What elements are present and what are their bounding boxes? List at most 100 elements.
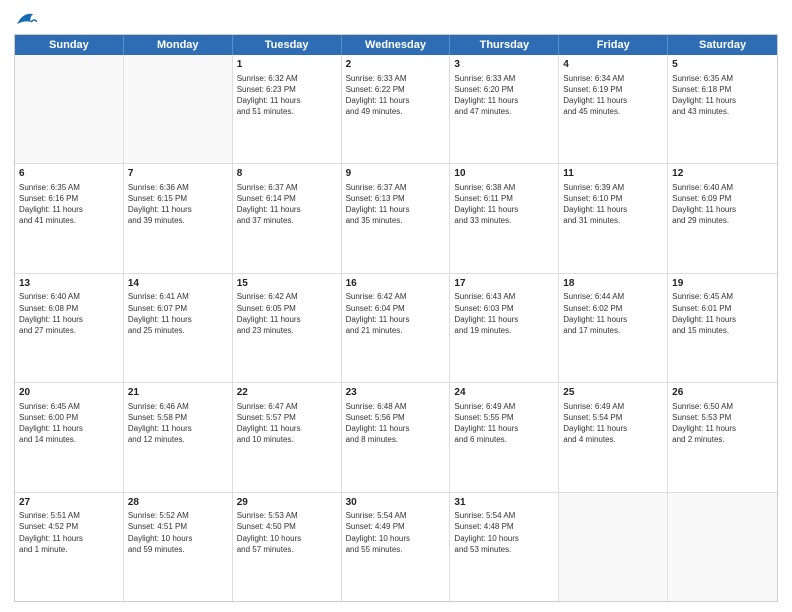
cell-content: Sunrise: 6:43 AMSunset: 6:03 PMDaylight:… bbox=[454, 291, 554, 336]
cell-content: Sunrise: 6:36 AMSunset: 6:15 PMDaylight:… bbox=[128, 182, 228, 227]
cell-content: Sunrise: 6:46 AMSunset: 5:58 PMDaylight:… bbox=[128, 401, 228, 446]
calendar-header: SundayMondayTuesdayWednesdayThursdayFrid… bbox=[15, 35, 777, 55]
cell-content: Sunrise: 6:38 AMSunset: 6:11 PMDaylight:… bbox=[454, 182, 554, 227]
day-number: 7 bbox=[128, 167, 228, 181]
day-number: 10 bbox=[454, 167, 554, 181]
cell-content: Sunrise: 6:33 AMSunset: 6:20 PMDaylight:… bbox=[454, 73, 554, 118]
calendar-cell: 1Sunrise: 6:32 AMSunset: 6:23 PMDaylight… bbox=[233, 55, 342, 163]
day-number: 5 bbox=[672, 58, 773, 72]
calendar-cell: 6Sunrise: 6:35 AMSunset: 6:16 PMDaylight… bbox=[15, 164, 124, 272]
calendar-cell: 26Sunrise: 6:50 AMSunset: 5:53 PMDayligh… bbox=[668, 383, 777, 491]
cell-content: Sunrise: 5:53 AMSunset: 4:50 PMDaylight:… bbox=[237, 510, 337, 555]
day-number: 8 bbox=[237, 167, 337, 181]
page: SundayMondayTuesdayWednesdayThursdayFrid… bbox=[0, 0, 792, 612]
calendar-cell: 13Sunrise: 6:40 AMSunset: 6:08 PMDayligh… bbox=[15, 274, 124, 382]
cell-content: Sunrise: 6:48 AMSunset: 5:56 PMDaylight:… bbox=[346, 401, 446, 446]
header-day-friday: Friday bbox=[559, 35, 668, 55]
day-number: 25 bbox=[563, 386, 663, 400]
cell-content: Sunrise: 6:44 AMSunset: 6:02 PMDaylight:… bbox=[563, 291, 663, 336]
cell-content: Sunrise: 6:45 AMSunset: 6:01 PMDaylight:… bbox=[672, 291, 773, 336]
calendar-row-3: 20Sunrise: 6:45 AMSunset: 6:00 PMDayligh… bbox=[15, 383, 777, 492]
cell-content: Sunrise: 5:54 AMSunset: 4:48 PMDaylight:… bbox=[454, 510, 554, 555]
cell-content: Sunrise: 6:32 AMSunset: 6:23 PMDaylight:… bbox=[237, 73, 337, 118]
calendar: SundayMondayTuesdayWednesdayThursdayFrid… bbox=[14, 34, 778, 602]
day-number: 31 bbox=[454, 496, 554, 510]
cell-content: Sunrise: 6:40 AMSunset: 6:09 PMDaylight:… bbox=[672, 182, 773, 227]
logo-text bbox=[14, 10, 37, 28]
calendar-row-0: 1Sunrise: 6:32 AMSunset: 6:23 PMDaylight… bbox=[15, 55, 777, 164]
calendar-cell: 2Sunrise: 6:33 AMSunset: 6:22 PMDaylight… bbox=[342, 55, 451, 163]
day-number: 21 bbox=[128, 386, 228, 400]
calendar-cell: 10Sunrise: 6:38 AMSunset: 6:11 PMDayligh… bbox=[450, 164, 559, 272]
calendar-cell: 31Sunrise: 5:54 AMSunset: 4:48 PMDayligh… bbox=[450, 493, 559, 601]
calendar-cell: 11Sunrise: 6:39 AMSunset: 6:10 PMDayligh… bbox=[559, 164, 668, 272]
cell-content: Sunrise: 6:41 AMSunset: 6:07 PMDaylight:… bbox=[128, 291, 228, 336]
day-number: 27 bbox=[19, 496, 119, 510]
cell-content: Sunrise: 6:50 AMSunset: 5:53 PMDaylight:… bbox=[672, 401, 773, 446]
day-number: 3 bbox=[454, 58, 554, 72]
day-number: 28 bbox=[128, 496, 228, 510]
cell-content: Sunrise: 5:51 AMSunset: 4:52 PMDaylight:… bbox=[19, 510, 119, 555]
cell-content: Sunrise: 6:37 AMSunset: 6:13 PMDaylight:… bbox=[346, 182, 446, 227]
calendar-cell: 29Sunrise: 5:53 AMSunset: 4:50 PMDayligh… bbox=[233, 493, 342, 601]
day-number: 6 bbox=[19, 167, 119, 181]
day-number: 1 bbox=[237, 58, 337, 72]
day-number: 22 bbox=[237, 386, 337, 400]
cell-content: Sunrise: 5:52 AMSunset: 4:51 PMDaylight:… bbox=[128, 510, 228, 555]
day-number: 2 bbox=[346, 58, 446, 72]
day-number: 18 bbox=[563, 277, 663, 291]
cell-content: Sunrise: 6:49 AMSunset: 5:55 PMDaylight:… bbox=[454, 401, 554, 446]
calendar-body: 1Sunrise: 6:32 AMSunset: 6:23 PMDaylight… bbox=[15, 55, 777, 601]
day-number: 20 bbox=[19, 386, 119, 400]
calendar-cell: 8Sunrise: 6:37 AMSunset: 6:14 PMDaylight… bbox=[233, 164, 342, 272]
calendar-cell: 15Sunrise: 6:42 AMSunset: 6:05 PMDayligh… bbox=[233, 274, 342, 382]
calendar-cell bbox=[124, 55, 233, 163]
calendar-row-2: 13Sunrise: 6:40 AMSunset: 6:08 PMDayligh… bbox=[15, 274, 777, 383]
calendar-cell: 4Sunrise: 6:34 AMSunset: 6:19 PMDaylight… bbox=[559, 55, 668, 163]
cell-content: Sunrise: 6:45 AMSunset: 6:00 PMDaylight:… bbox=[19, 401, 119, 446]
calendar-cell: 16Sunrise: 6:42 AMSunset: 6:04 PMDayligh… bbox=[342, 274, 451, 382]
day-number: 29 bbox=[237, 496, 337, 510]
day-number: 15 bbox=[237, 277, 337, 291]
cell-content: Sunrise: 6:39 AMSunset: 6:10 PMDaylight:… bbox=[563, 182, 663, 227]
header-day-tuesday: Tuesday bbox=[233, 35, 342, 55]
calendar-row-4: 27Sunrise: 5:51 AMSunset: 4:52 PMDayligh… bbox=[15, 493, 777, 601]
calendar-cell: 25Sunrise: 6:49 AMSunset: 5:54 PMDayligh… bbox=[559, 383, 668, 491]
day-number: 11 bbox=[563, 167, 663, 181]
logo-bird-icon bbox=[15, 10, 37, 28]
calendar-cell: 14Sunrise: 6:41 AMSunset: 6:07 PMDayligh… bbox=[124, 274, 233, 382]
cell-content: Sunrise: 6:33 AMSunset: 6:22 PMDaylight:… bbox=[346, 73, 446, 118]
calendar-cell: 7Sunrise: 6:36 AMSunset: 6:15 PMDaylight… bbox=[124, 164, 233, 272]
calendar-cell: 23Sunrise: 6:48 AMSunset: 5:56 PMDayligh… bbox=[342, 383, 451, 491]
calendar-cell: 22Sunrise: 6:47 AMSunset: 5:57 PMDayligh… bbox=[233, 383, 342, 491]
calendar-cell: 5Sunrise: 6:35 AMSunset: 6:18 PMDaylight… bbox=[668, 55, 777, 163]
day-number: 4 bbox=[563, 58, 663, 72]
cell-content: Sunrise: 6:35 AMSunset: 6:18 PMDaylight:… bbox=[672, 73, 773, 118]
day-number: 17 bbox=[454, 277, 554, 291]
calendar-cell bbox=[15, 55, 124, 163]
calendar-cell: 24Sunrise: 6:49 AMSunset: 5:55 PMDayligh… bbox=[450, 383, 559, 491]
calendar-cell: 21Sunrise: 6:46 AMSunset: 5:58 PMDayligh… bbox=[124, 383, 233, 491]
calendar-cell: 9Sunrise: 6:37 AMSunset: 6:13 PMDaylight… bbox=[342, 164, 451, 272]
day-number: 13 bbox=[19, 277, 119, 291]
cell-content: Sunrise: 6:37 AMSunset: 6:14 PMDaylight:… bbox=[237, 182, 337, 227]
calendar-cell bbox=[668, 493, 777, 601]
cell-content: Sunrise: 6:34 AMSunset: 6:19 PMDaylight:… bbox=[563, 73, 663, 118]
calendar-cell: 17Sunrise: 6:43 AMSunset: 6:03 PMDayligh… bbox=[450, 274, 559, 382]
cell-content: Sunrise: 6:49 AMSunset: 5:54 PMDaylight:… bbox=[563, 401, 663, 446]
day-number: 12 bbox=[672, 167, 773, 181]
day-number: 19 bbox=[672, 277, 773, 291]
header-day-wednesday: Wednesday bbox=[342, 35, 451, 55]
cell-content: Sunrise: 6:40 AMSunset: 6:08 PMDaylight:… bbox=[19, 291, 119, 336]
calendar-cell: 20Sunrise: 6:45 AMSunset: 6:00 PMDayligh… bbox=[15, 383, 124, 491]
cell-content: Sunrise: 6:35 AMSunset: 6:16 PMDaylight:… bbox=[19, 182, 119, 227]
header bbox=[14, 10, 778, 28]
calendar-cell: 27Sunrise: 5:51 AMSunset: 4:52 PMDayligh… bbox=[15, 493, 124, 601]
calendar-cell: 3Sunrise: 6:33 AMSunset: 6:20 PMDaylight… bbox=[450, 55, 559, 163]
day-number: 23 bbox=[346, 386, 446, 400]
day-number: 16 bbox=[346, 277, 446, 291]
day-number: 26 bbox=[672, 386, 773, 400]
calendar-cell: 12Sunrise: 6:40 AMSunset: 6:09 PMDayligh… bbox=[668, 164, 777, 272]
header-day-monday: Monday bbox=[124, 35, 233, 55]
header-day-saturday: Saturday bbox=[668, 35, 777, 55]
